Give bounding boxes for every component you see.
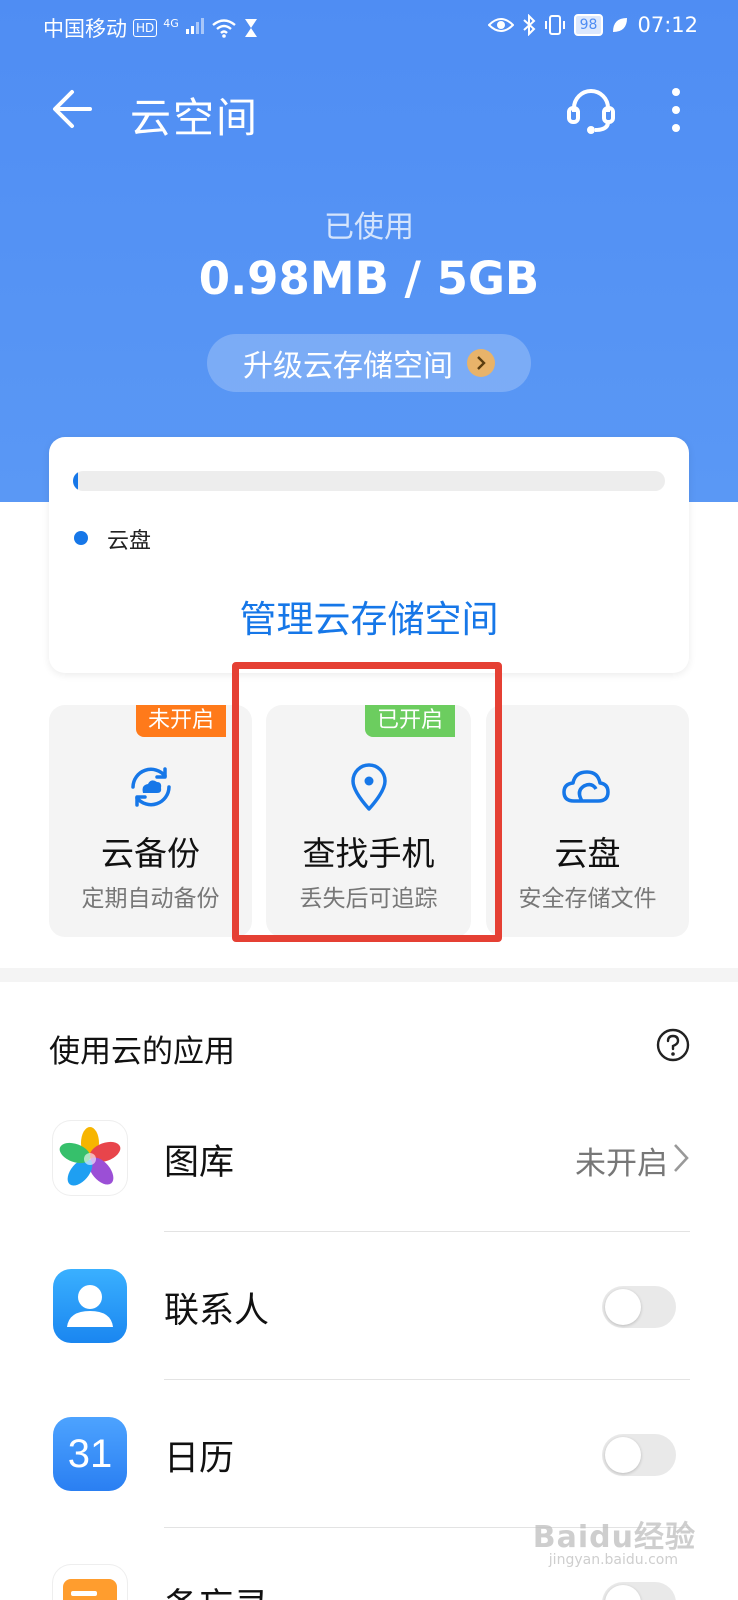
chevron-right-icon (674, 1144, 689, 1172)
storage-usage-card: 云盘 管理云存储空间 (49, 437, 689, 673)
headset-icon (567, 89, 615, 134)
tile-title: 查找手机 (302, 834, 435, 873)
storage-progress-bar (73, 471, 665, 491)
app-name: 日历 (164, 1439, 235, 1479)
toggle-knob (605, 1585, 641, 1600)
leaf-power-save-icon (613, 18, 628, 32)
hourglass-icon (245, 19, 258, 37)
header-background (0, 0, 738, 502)
baidu-watermark: Baidu经验 (532, 1520, 696, 1555)
toggle-knob (605, 1437, 641, 1473)
battery-indicator: 98 (573, 14, 604, 36)
contact-person-icon (53, 1269, 127, 1343)
customer-service-button[interactable] (565, 84, 617, 136)
legend-dot (74, 531, 88, 545)
tile-title: 云备份 (101, 834, 200, 873)
status-bar: 中国移动 HD 4G 98 07:12 (0, 0, 738, 54)
page-title: 云空间 (130, 94, 259, 142)
app-row-contacts[interactable]: 联系人 (0, 1232, 738, 1380)
tile-cloud-drive[interactable]: 云盘 安全存储文件 (486, 705, 689, 937)
carrier-name: 中国移动 (43, 17, 127, 41)
app-name: 图库 (164, 1143, 235, 1183)
apps-section-title: 使用云的应用 (49, 1034, 235, 1070)
gallery-flower-icon (53, 1121, 127, 1195)
app-name: 备忘录 (164, 1578, 269, 1600)
status-left: 中国移动 HD 4G (43, 13, 259, 43)
clock-time: 07:12 (637, 13, 698, 37)
cloud-space-page: 中国移动 HD 4G 98 07:12 云空间 已使用 0.98MB / 5GB… (0, 0, 738, 1600)
tile-subtitle: 定期自动备份 (81, 886, 220, 912)
tile-subtitle: 丢失后可追踪 (299, 886, 438, 912)
cell-signal-icon: 4G (163, 16, 205, 40)
vibrate-icon (544, 15, 565, 35)
signal-bars-icon (186, 18, 205, 34)
app-row-calendar[interactable]: 31 日历 (0, 1380, 738, 1528)
section-divider (0, 968, 738, 982)
used-label: 已使用 (324, 210, 414, 245)
notes-sync-toggle[interactable] (602, 1582, 676, 1600)
tile-title: 云盘 (554, 834, 621, 873)
app-name: 联系人 (164, 1291, 270, 1331)
signal-type-label: 4G (163, 17, 179, 30)
arrow-left-icon (53, 90, 92, 128)
tile-cloud-backup[interactable]: 未开启 云备份 定期自动备份 (49, 705, 252, 937)
calendar-sync-toggle[interactable] (602, 1434, 676, 1476)
contacts-sync-toggle[interactable] (602, 1286, 676, 1328)
upgrade-storage-label: 升级云存储空间 (243, 349, 453, 384)
tile-subtitle: 安全存储文件 (518, 886, 657, 912)
manage-storage-link[interactable]: 管理云存储空间 (49, 589, 689, 643)
hd-badge: HD (133, 19, 158, 37)
notes-icon (53, 1565, 127, 1600)
wifi-icon (212, 19, 237, 38)
storage-progress-fill (73, 471, 79, 491)
location-pin-icon (351, 763, 387, 811)
baidu-watermark-url: jingyan.baidu.com (548, 1552, 678, 1568)
eye-comfort-icon (487, 18, 514, 32)
back-button[interactable] (50, 86, 96, 132)
used-storage-value: 0.98MB / 5GB (198, 252, 540, 305)
chevron-right-icon (467, 349, 495, 377)
calendar-day: 31 (67, 1431, 113, 1476)
more-vertical-icon (672, 88, 680, 132)
tile-find-phone[interactable]: 已开启 查找手机 丢失后可追踪 (266, 705, 471, 937)
bluetooth-icon (522, 14, 536, 36)
cloud-icon (562, 770, 610, 803)
legend-label-cloud-drive: 云盘 (107, 529, 152, 554)
status-right: 98 07:12 (487, 13, 698, 37)
help-icon[interactable] (656, 1028, 690, 1062)
status-badge: 已开启 (364, 705, 455, 737)
calendar-icon: 31 (53, 1417, 127, 1491)
app-row-gallery[interactable]: 图库 未开启 (0, 1084, 738, 1232)
more-options-button[interactable] (658, 86, 694, 134)
status-badge: 未开启 (135, 705, 226, 737)
toggle-knob (605, 1289, 641, 1325)
upgrade-storage-button[interactable]: 升级云存储空间 (207, 334, 531, 392)
cloud-sync-icon (131, 767, 171, 807)
sync-status: 未开启 (575, 1146, 668, 1182)
